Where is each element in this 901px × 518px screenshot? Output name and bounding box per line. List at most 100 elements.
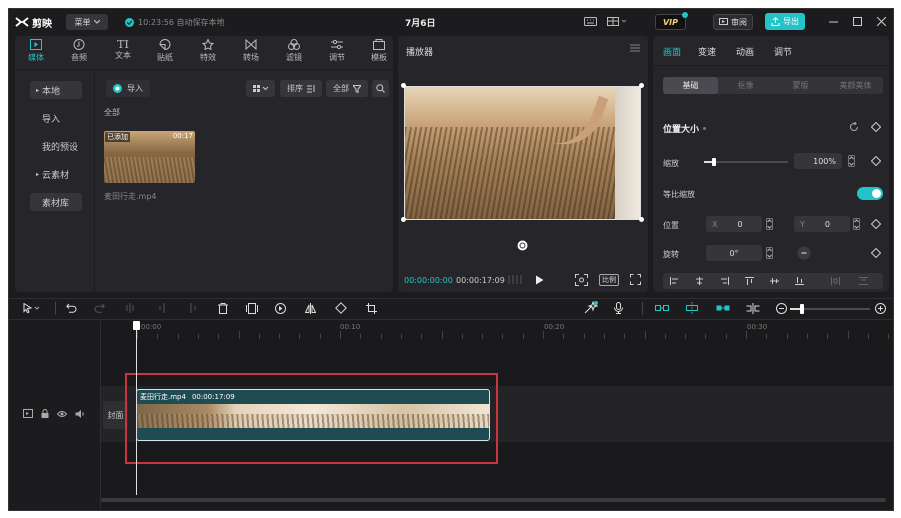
align-left-icon[interactable] bbox=[670, 277, 679, 285]
keyframe-diamond-icon[interactable] bbox=[871, 156, 881, 166]
rotate-clip-icon[interactable] bbox=[335, 302, 347, 314]
tab-picture[interactable]: 画面 bbox=[663, 45, 681, 58]
align-bottom-icon[interactable] bbox=[795, 277, 804, 285]
rotation-input[interactable]: 0° bbox=[706, 245, 762, 261]
zoom-out-icon[interactable] bbox=[776, 303, 787, 314]
keyboard-icon[interactable] bbox=[582, 15, 598, 27]
filter-button[interactable]: 全部 bbox=[326, 80, 368, 97]
freeze-frame-icon[interactable] bbox=[246, 303, 258, 314]
zoom-slider[interactable] bbox=[790, 304, 870, 314]
close-icon[interactable] bbox=[875, 15, 887, 27]
tab-adjust[interactable]: 调节 bbox=[326, 39, 348, 63]
reverse-icon[interactable] bbox=[275, 303, 286, 314]
stepper-icon[interactable] bbox=[766, 247, 773, 259]
resize-handle-bl[interactable] bbox=[401, 217, 406, 222]
tab-effects[interactable]: 特效 bbox=[197, 39, 219, 63]
main-track-magnet-icon[interactable] bbox=[655, 304, 669, 312]
fit-screen-icon[interactable] bbox=[575, 274, 588, 286]
sidebar-item-presets[interactable]: 我的预设 bbox=[30, 137, 92, 155]
uniform-scale-toggle[interactable] bbox=[857, 187, 883, 200]
microphone-icon[interactable] bbox=[614, 302, 623, 314]
stepper-icon[interactable] bbox=[848, 155, 855, 167]
resize-handle-br[interactable] bbox=[639, 217, 644, 222]
tab-transition[interactable]: 转场 bbox=[240, 39, 262, 63]
align-center-v-icon[interactable] bbox=[770, 277, 779, 285]
video-preview[interactable] bbox=[404, 86, 641, 220]
play-icon[interactable] bbox=[535, 275, 544, 285]
review-button[interactable]: 审阅 bbox=[713, 14, 753, 30]
sidebar-item-local[interactable]: ▸ 本地 bbox=[30, 81, 82, 99]
tab-filter[interactable]: 滤镜 bbox=[283, 39, 305, 63]
lock-icon[interactable] bbox=[41, 409, 49, 418]
subtab-mask[interactable]: 蒙版 bbox=[773, 77, 828, 94]
mirror-icon[interactable] bbox=[305, 303, 316, 314]
playhead-handle[interactable] bbox=[133, 321, 140, 330]
cover-toggle-icon[interactable] bbox=[23, 409, 33, 418]
align-top-icon[interactable] bbox=[745, 277, 754, 285]
tab-animation[interactable]: 动画 bbox=[736, 45, 754, 58]
rotate-handle-icon[interactable] bbox=[517, 240, 528, 251]
layout-icon[interactable] bbox=[606, 15, 628, 27]
zoom-in-icon[interactable] bbox=[875, 303, 886, 314]
media-clip-thumbnail[interactable]: 已添加 00:17 bbox=[104, 131, 195, 183]
preview-axis-icon[interactable] bbox=[746, 303, 760, 314]
menu-button[interactable]: 菜单 bbox=[66, 14, 108, 30]
tab-text[interactable]: TI 文本 bbox=[112, 39, 134, 61]
distribute-v-icon[interactable] bbox=[859, 277, 868, 285]
import-button[interactable]: 导入 bbox=[106, 80, 150, 97]
reset-icon[interactable] bbox=[849, 122, 859, 132]
minimize-icon[interactable] bbox=[827, 15, 839, 27]
keyframe-diamond-icon[interactable] bbox=[871, 122, 881, 132]
tab-audio[interactable]: 音频 bbox=[68, 39, 90, 63]
keyframe-diamond-icon[interactable] bbox=[871, 219, 881, 229]
vip-button[interactable]: VIP bbox=[655, 12, 688, 30]
maximize-icon[interactable] bbox=[851, 15, 863, 27]
scale-thumb[interactable] bbox=[712, 158, 717, 166]
ratio-button[interactable]: 比例 bbox=[599, 274, 619, 286]
crop-icon[interactable] bbox=[366, 303, 377, 314]
keyframe-diamond-icon[interactable] bbox=[871, 248, 881, 258]
timeline-scrollbar[interactable] bbox=[101, 498, 886, 502]
timeline-ruler[interactable] bbox=[101, 321, 893, 339]
eye-icon[interactable] bbox=[57, 410, 67, 418]
fullscreen-icon[interactable] bbox=[630, 274, 641, 285]
resize-handle-tr[interactable] bbox=[639, 83, 644, 88]
subtab-beauty[interactable]: 美颜美体 bbox=[828, 77, 883, 94]
speaker-icon[interactable] bbox=[75, 409, 85, 418]
rotation-dial-icon[interactable] bbox=[797, 246, 811, 260]
split-right-icon[interactable] bbox=[189, 303, 197, 313]
tab-speed[interactable]: 变速 bbox=[698, 45, 716, 58]
align-right-icon[interactable] bbox=[720, 277, 729, 285]
zoom-thumb[interactable] bbox=[800, 304, 804, 314]
redo-icon[interactable] bbox=[94, 303, 105, 313]
search-button[interactable] bbox=[372, 80, 389, 97]
sidebar-item-cloud[interactable]: ▸ 云素材 bbox=[30, 165, 82, 183]
scale-input[interactable]: 100% bbox=[794, 153, 842, 169]
sidebar-item-import[interactable]: 导入 bbox=[30, 109, 82, 127]
subtab-cutout[interactable]: 抠像 bbox=[718, 77, 773, 94]
player-menu-icon[interactable] bbox=[630, 44, 640, 52]
sidebar-item-library[interactable]: 素材库 bbox=[30, 193, 82, 211]
tab-template[interactable]: 模板 bbox=[368, 39, 390, 63]
delete-icon[interactable] bbox=[218, 303, 228, 314]
select-cursor-icon[interactable] bbox=[23, 303, 41, 314]
distribute-h-icon[interactable] bbox=[831, 277, 840, 285]
tab-sticker[interactable]: 贴纸 bbox=[154, 39, 176, 63]
position-x-input[interactable]: X 0 bbox=[706, 216, 762, 232]
subtab-basic[interactable]: 基础 bbox=[663, 77, 718, 94]
undo-icon[interactable] bbox=[66, 303, 77, 313]
magic-wand-icon[interactable] bbox=[584, 301, 598, 314]
sort-button[interactable]: 排序 bbox=[280, 80, 322, 97]
scale-slider[interactable] bbox=[704, 158, 788, 166]
stepper-icon[interactable] bbox=[853, 218, 860, 230]
linkage-icon[interactable] bbox=[716, 304, 730, 312]
split-icon[interactable] bbox=[126, 303, 134, 313]
resize-handle-tl[interactable] bbox=[401, 83, 406, 88]
split-left-icon[interactable] bbox=[158, 303, 166, 313]
stepper-icon[interactable] bbox=[766, 218, 773, 230]
timeline-grid-icon[interactable] bbox=[508, 274, 522, 285]
tab-adjustment[interactable]: 调节 bbox=[774, 45, 792, 58]
auto-snap-icon[interactable] bbox=[685, 302, 699, 314]
tab-media[interactable]: 媒体 bbox=[25, 39, 47, 63]
align-center-h-icon[interactable] bbox=[695, 277, 704, 285]
